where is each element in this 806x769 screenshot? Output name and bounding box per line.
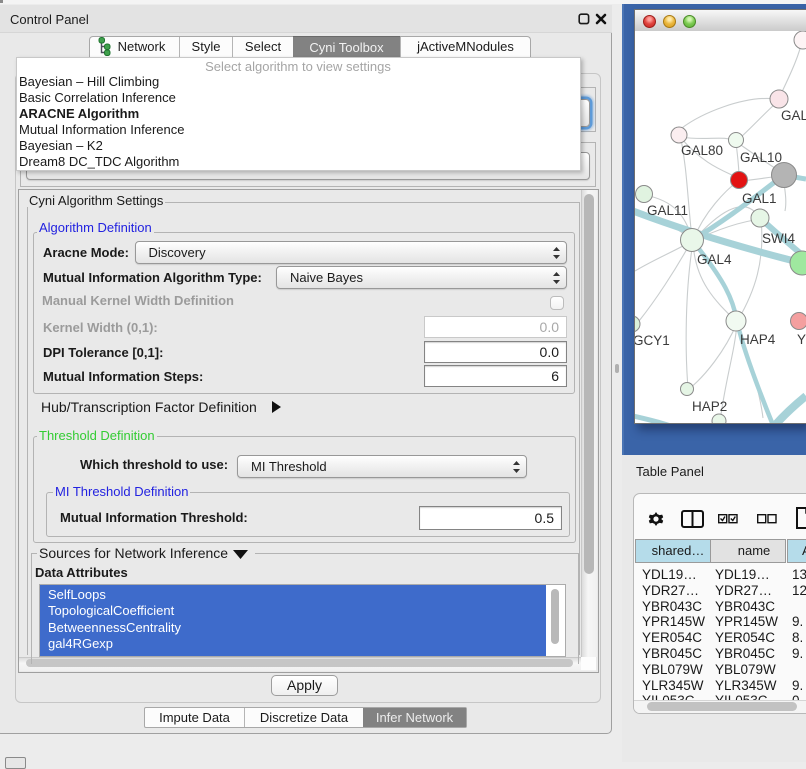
- svg-text:SWI4: SWI4: [762, 231, 795, 246]
- svg-text:GAL4: GAL4: [697, 252, 732, 267]
- svg-text:HAP4: HAP4: [740, 332, 776, 347]
- svg-text:GAL1: GAL1: [742, 191, 777, 206]
- svg-text:GAL7: GAL7: [781, 108, 806, 123]
- svg-text:GAL10: GAL10: [740, 150, 782, 165]
- svg-text:GCY1: GCY1: [635, 333, 670, 348]
- svg-text:GAL80: GAL80: [681, 143, 723, 158]
- svg-text:YM: YM: [797, 332, 806, 347]
- svg-text:HAP2: HAP2: [692, 399, 727, 414]
- svg-text:GAL11: GAL11: [647, 203, 688, 218]
